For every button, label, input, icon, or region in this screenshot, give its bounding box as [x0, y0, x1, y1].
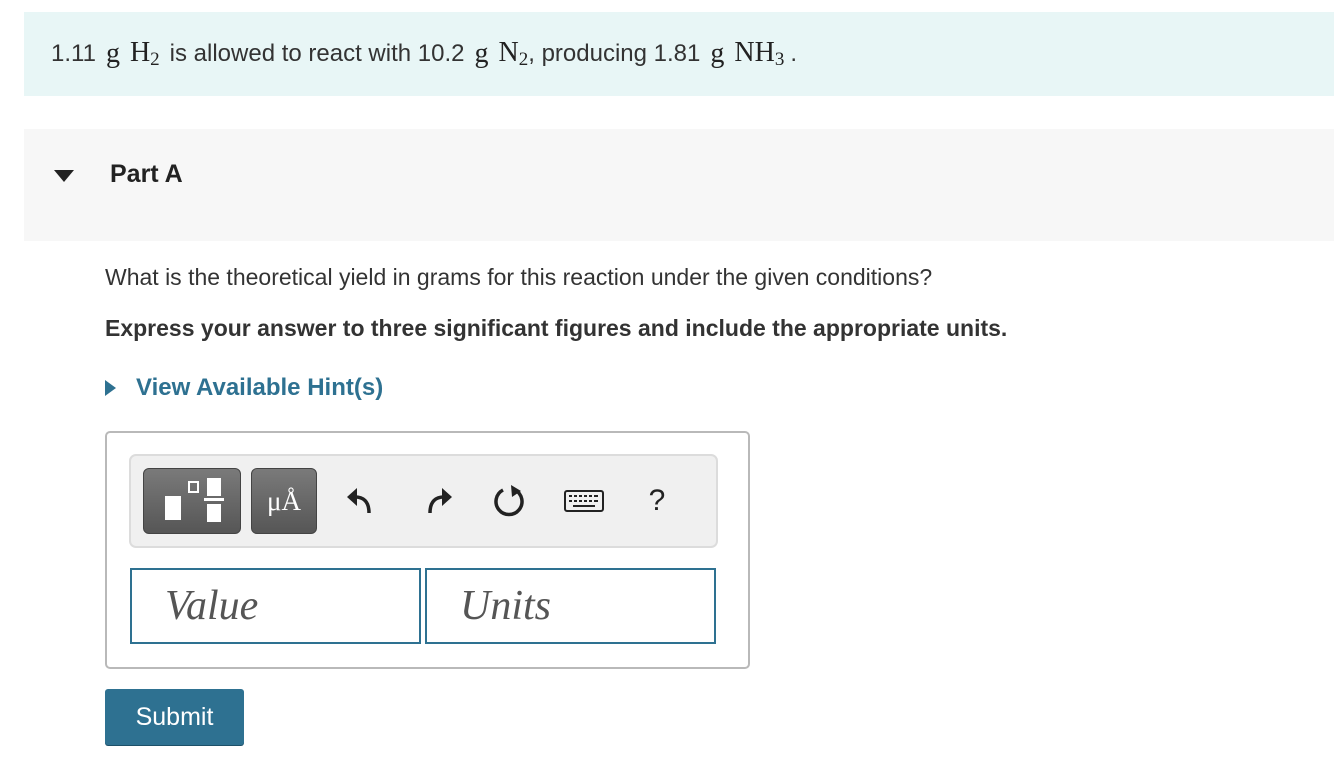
collapse-caret-icon[interactable]	[54, 170, 74, 182]
problem-text-2: , producing 1.81	[528, 40, 701, 67]
answer-box: μÅ ? Value Units	[105, 431, 750, 669]
value-input[interactable]: Value	[130, 568, 421, 644]
unit-g: g	[105, 38, 120, 69]
formula-n2: N2	[498, 37, 529, 70]
redo-button[interactable]	[408, 470, 468, 532]
expand-caret-icon	[105, 380, 116, 396]
problem-text-3: .	[790, 40, 797, 67]
keyboard-button[interactable]	[554, 470, 614, 532]
math-toolbar: μÅ ?	[129, 454, 718, 548]
mass-h2: 1.11	[51, 40, 96, 67]
formula-nh3: NH3	[734, 37, 785, 70]
view-hints-link[interactable]: View Available Hint(s)	[105, 374, 383, 402]
part-a-header[interactable]: Part A	[24, 129, 1334, 241]
submit-button[interactable]: Submit	[105, 689, 244, 745]
undo-icon	[347, 488, 371, 514]
redo-icon	[428, 488, 452, 514]
keyboard-icon	[564, 490, 604, 512]
units-input[interactable]: Units	[425, 568, 716, 644]
hint-label: View Available Hint(s)	[136, 374, 384, 401]
unit-g: g	[710, 38, 725, 69]
help-button[interactable]: ?	[627, 470, 687, 532]
reset-button[interactable]	[480, 470, 540, 532]
units-button[interactable]: μÅ	[251, 468, 317, 534]
unit-g: g	[474, 38, 489, 69]
instruction-text: Express your answer to three significant…	[105, 315, 1008, 341]
undo-button[interactable]	[331, 470, 391, 532]
problem-text-1: is allowed to react with 10.2	[169, 40, 465, 67]
formula-h2: H2	[129, 37, 160, 70]
question-text: What is the theoretical yield in grams f…	[105, 264, 933, 290]
templates-button[interactable]	[143, 468, 241, 534]
part-title: Part A	[110, 160, 183, 188]
reset-icon	[494, 485, 524, 517]
problem-statement: 1.11 g H2 is allowed to react with 10.2 …	[24, 12, 1334, 96]
templates-icon	[165, 478, 224, 522]
